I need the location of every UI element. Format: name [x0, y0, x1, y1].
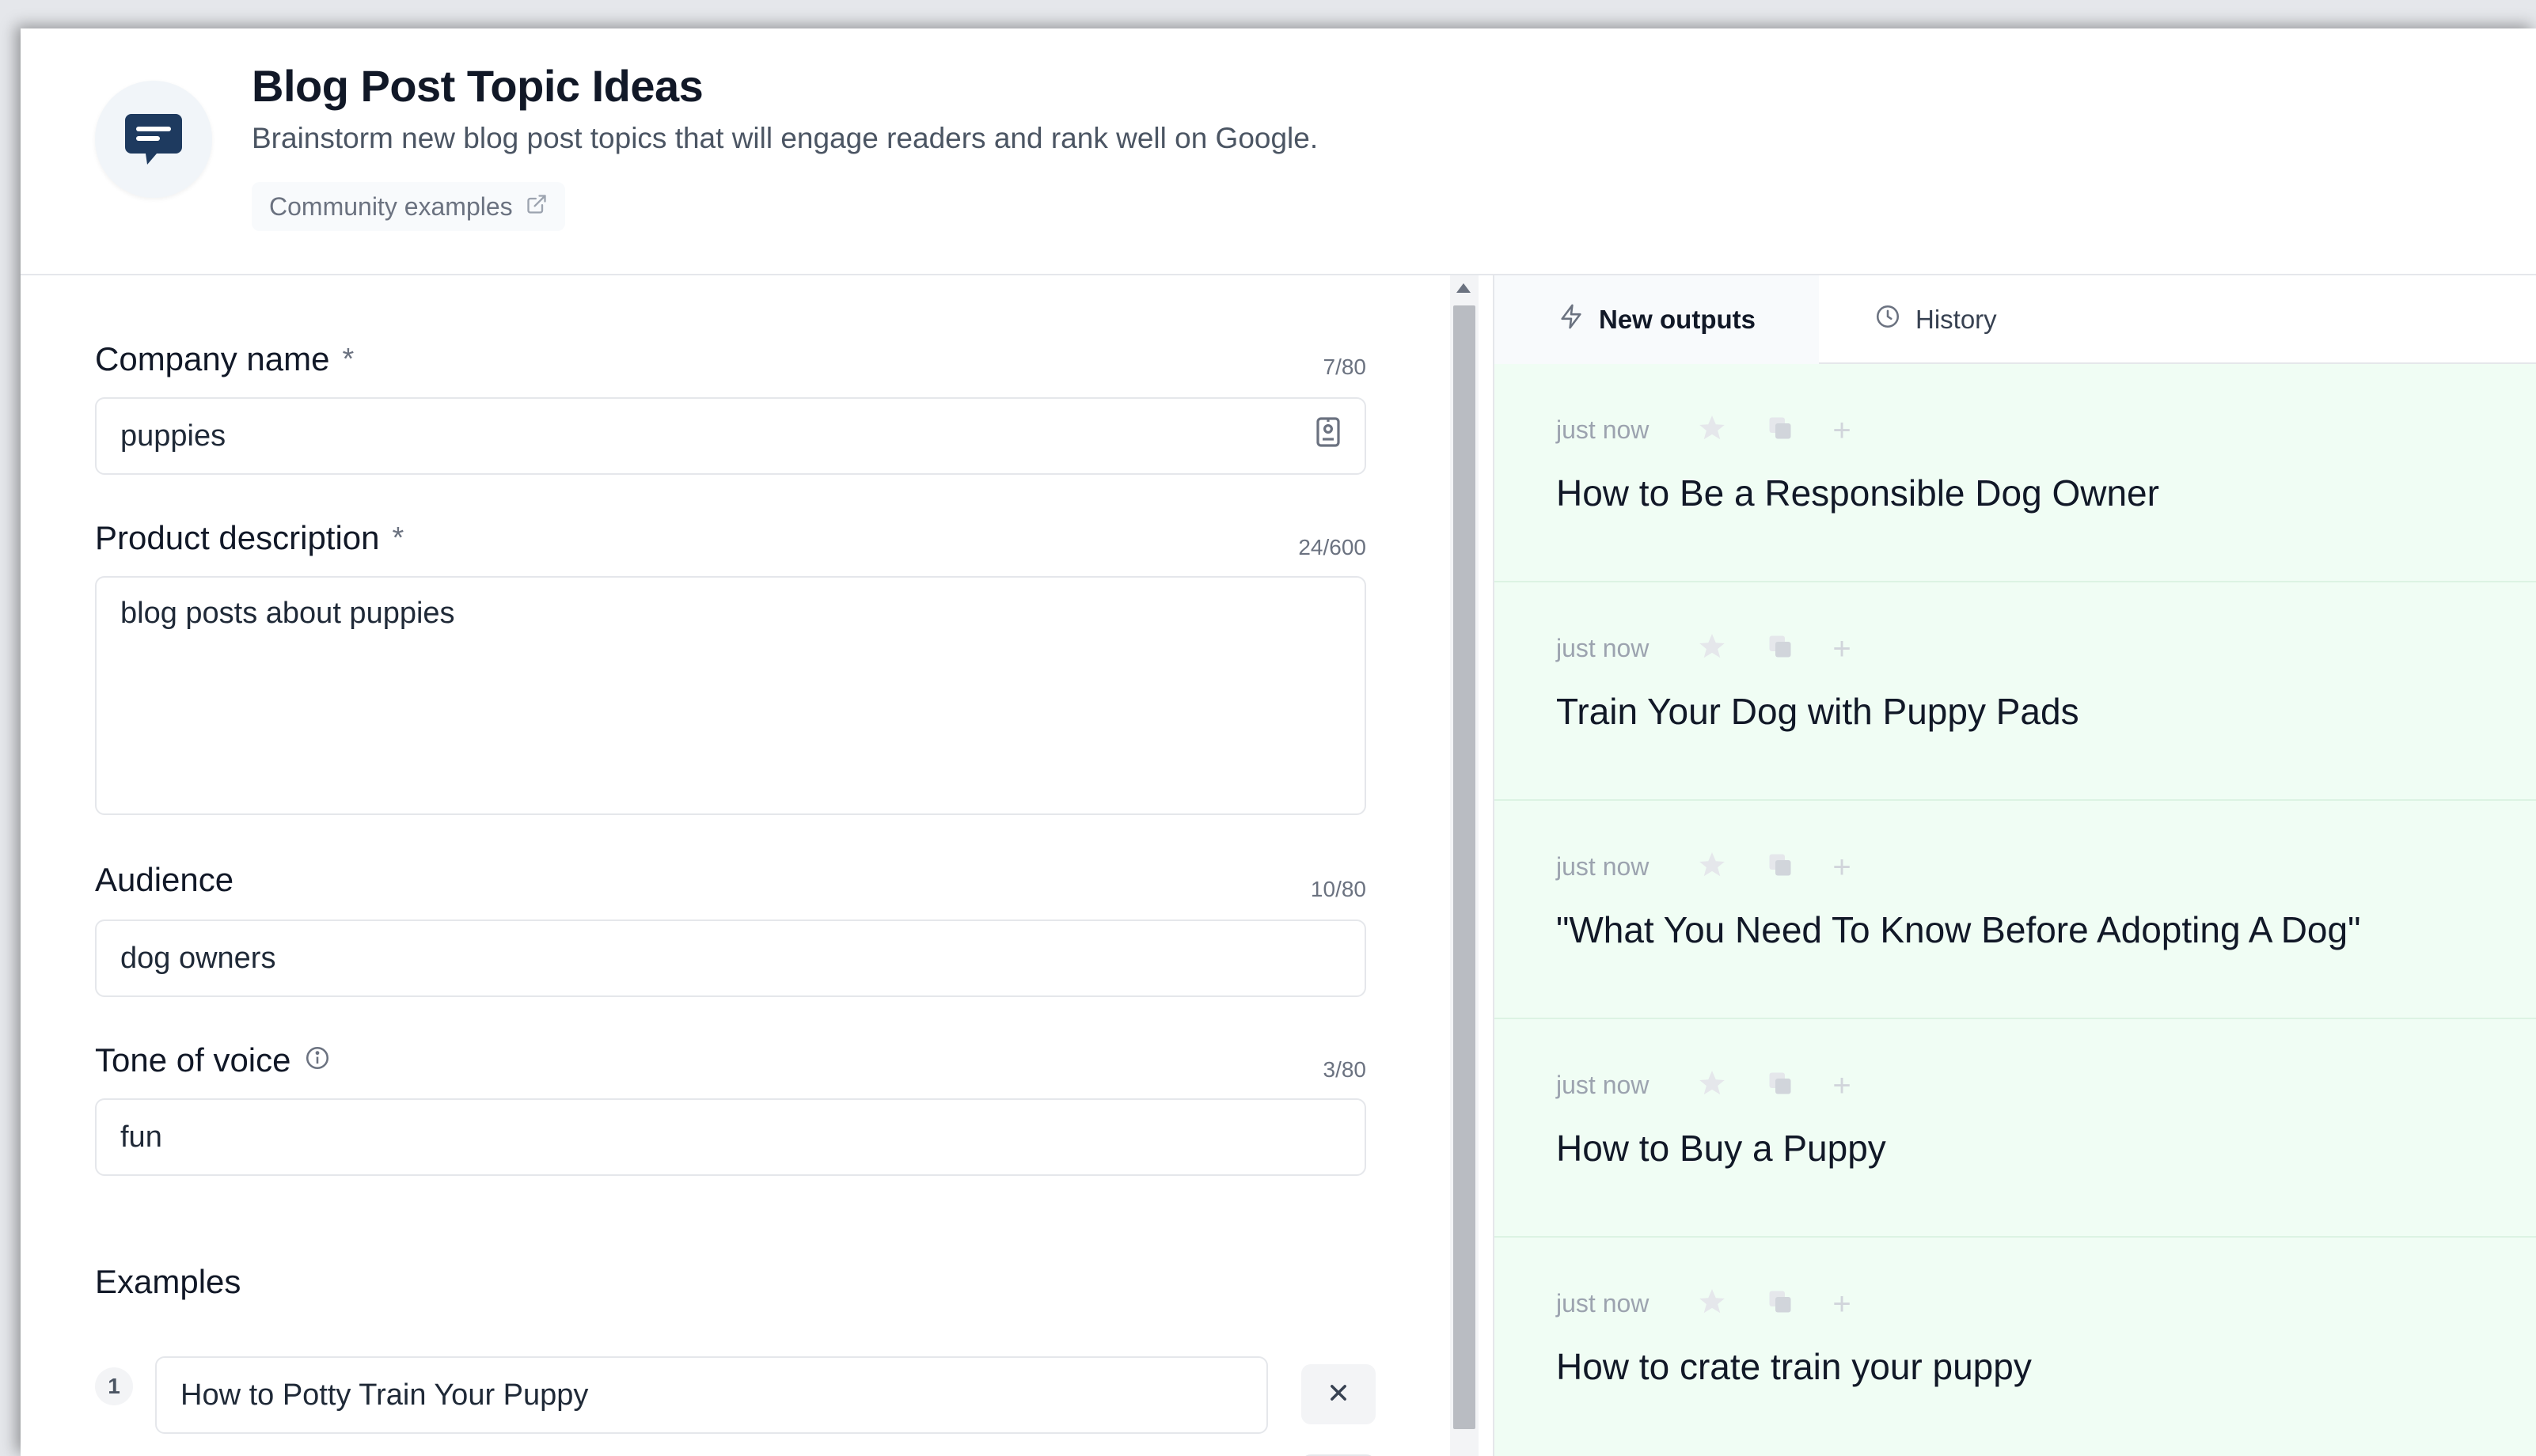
example-number-badge: 1	[95, 1367, 133, 1405]
examples-label: Examples	[95, 1263, 241, 1301]
company-name-value: puppies	[120, 419, 226, 453]
tone-of-voice-value: fun	[120, 1120, 162, 1154]
page-header: Blog Post Topic Ideas Brainstorm new blo…	[21, 28, 2536, 275]
tone-of-voice-input[interactable]: fun	[95, 1098, 1366, 1176]
required-marker: *	[392, 521, 404, 555]
output-tabs: New outputs History	[1494, 275, 2536, 364]
community-examples-link[interactable]: Community examples	[252, 182, 565, 231]
example-input[interactable]: How to Potty Train Your Puppy	[155, 1356, 1268, 1434]
tab-history[interactable]: History	[1811, 275, 2060, 364]
page-subtitle: Brainstorm new blog post topics that wil…	[252, 122, 1319, 154]
app-window: Blog Post Topic Ideas Brainstorm new blo…	[21, 28, 2536, 1456]
output-item: just now + Train Your Dog with Puppy Pad…	[1494, 582, 2536, 801]
company-name-input[interactable]: puppies	[95, 397, 1366, 475]
plus-icon[interactable]: +	[1832, 1070, 1851, 1101]
audience-label: Audience	[95, 861, 233, 899]
input-form: Company name * 7/80 puppies Product desc…	[21, 275, 1445, 1456]
remove-example-button[interactable]	[1301, 1364, 1376, 1424]
examples-label-text: Examples	[95, 1263, 241, 1300]
copy-icon[interactable]	[1766, 414, 1794, 446]
audience-input[interactable]: dog owners	[95, 919, 1366, 997]
product-description-label-text: Product description	[95, 519, 380, 556]
output-timestamp: just now	[1556, 1289, 1650, 1318]
output-timestamp: just now	[1556, 415, 1650, 444]
outputs-panel: New outputs History just now + How to Be…	[1493, 275, 2536, 1456]
output-text[interactable]: How to Buy a Puppy	[1556, 1127, 1886, 1170]
plus-icon[interactable]: +	[1832, 1288, 1851, 1320]
star-icon[interactable]	[1696, 413, 1728, 447]
external-link-icon	[526, 192, 548, 222]
tone-of-voice-label: Tone of voice	[95, 1041, 331, 1079]
page-title: Blog Post Topic Ideas	[252, 61, 704, 111]
info-icon[interactable]	[304, 1041, 331, 1079]
example-value: How to Potty Train Your Puppy	[180, 1378, 589, 1412]
output-timestamp: just now	[1556, 634, 1650, 662]
plus-icon[interactable]: +	[1832, 851, 1851, 883]
copy-icon[interactable]	[1766, 1069, 1794, 1101]
output-timestamp: just now	[1556, 852, 1650, 881]
product-description-counter: 24/600	[1298, 535, 1366, 559]
product-description-label: Product description *	[95, 519, 404, 557]
product-description-value: blog posts about puppies	[120, 597, 455, 630]
chat-bubble-icon	[95, 81, 212, 198]
output-meta: just now +	[1556, 850, 1851, 884]
audience-label-text: Audience	[95, 861, 234, 898]
output-text[interactable]: Train Your Dog with Puppy Pads	[1556, 690, 2079, 733]
star-icon[interactable]	[1696, 1068, 1728, 1102]
copy-icon[interactable]	[1766, 632, 1794, 665]
output-item: just now + How to Buy a Puppy	[1494, 1019, 2536, 1238]
output-meta: just now +	[1556, 1068, 1851, 1102]
output-text[interactable]: How to crate train your puppy	[1556, 1345, 2032, 1388]
output-text[interactable]: "What You Need To Know Before Adopting A…	[1556, 908, 2360, 951]
tab-new-outputs-label: New outputs	[1599, 305, 1756, 334]
product-description-textarea[interactable]: blog posts about puppies	[95, 576, 1366, 815]
clock-icon	[1874, 303, 1901, 336]
copy-icon[interactable]	[1766, 1287, 1794, 1320]
required-marker: *	[342, 342, 355, 376]
tone-of-voice-label-text: Tone of voice	[95, 1041, 291, 1079]
company-name-counter: 7/80	[1323, 355, 1367, 379]
tab-new-outputs[interactable]: New outputs	[1494, 275, 1819, 364]
output-timestamp: just now	[1556, 1071, 1650, 1099]
contact-card-icon[interactable]	[1315, 416, 1341, 456]
tab-history-label: History	[1915, 305, 1997, 334]
output-meta: just now +	[1556, 413, 1851, 447]
star-icon[interactable]	[1696, 850, 1728, 884]
company-name-label: Company name *	[95, 340, 354, 378]
scroll-up-arrow-icon[interactable]	[1456, 283, 1471, 293]
close-icon	[1327, 1382, 1350, 1408]
plus-icon[interactable]: +	[1832, 633, 1851, 665]
output-item: just now + How to crate train your puppy	[1494, 1238, 2536, 1456]
output-meta: just now +	[1556, 631, 1851, 665]
plus-icon[interactable]: +	[1832, 415, 1851, 446]
output-item: just now + How to Be a Responsible Dog O…	[1494, 364, 2536, 582]
output-item: just now + "What You Need To Know Before…	[1494, 801, 2536, 1019]
scrollbar-thumb[interactable]	[1453, 305, 1475, 1429]
star-icon[interactable]	[1696, 631, 1728, 665]
star-icon[interactable]	[1696, 1287, 1728, 1321]
tone-of-voice-counter: 3/80	[1323, 1057, 1367, 1082]
company-name-label-text: Company name	[95, 340, 330, 377]
output-text[interactable]: How to Be a Responsible Dog Owner	[1556, 472, 2159, 514]
community-examples-label: Community examples	[269, 191, 513, 221]
audience-value: dog owners	[120, 941, 276, 975]
output-meta: just now +	[1556, 1287, 1851, 1321]
lightning-icon	[1558, 302, 1585, 337]
copy-icon[interactable]	[1766, 851, 1794, 883]
audience-counter: 10/80	[1310, 877, 1366, 901]
